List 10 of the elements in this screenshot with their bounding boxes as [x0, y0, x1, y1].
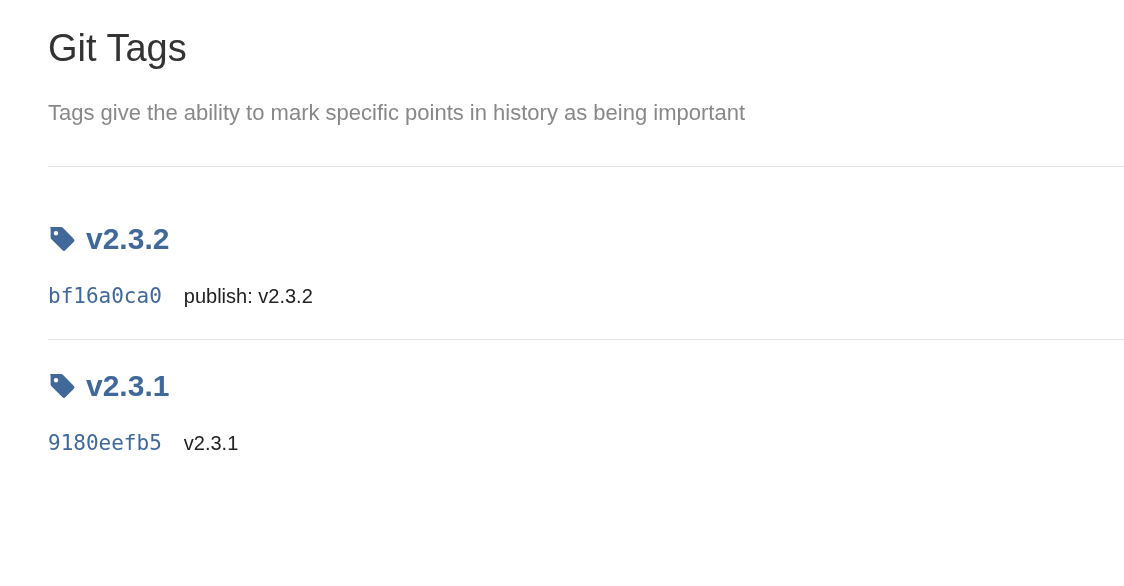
commit-hash-link[interactable]: 9180eefb5	[48, 427, 162, 459]
commit-message: v2.3.1	[183, 430, 239, 456]
tag-icon	[48, 225, 76, 253]
commit-hash-link[interactable]: bf16a0ca0	[48, 281, 162, 313]
tag-name-link[interactable]: v2.3.2	[86, 221, 170, 257]
tag-icon	[48, 371, 76, 400]
page-title: Git Tags	[48, 26, 187, 70]
tag-name-link[interactable]: v2.3.1	[86, 367, 170, 404]
page-subtitle: Tags give the ability to mark specific points in history as being important	[48, 99, 745, 127]
commit-message: publish: v2.3.2	[183, 284, 313, 309]
